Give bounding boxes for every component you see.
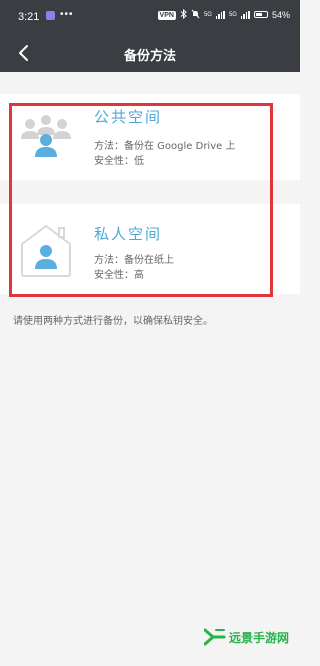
mute-icon — [191, 9, 200, 21]
watermark-logo-icon — [204, 628, 226, 646]
network-type-2: 5G — [228, 12, 237, 18]
status-indicators: VPN 5G 5G 54% — [157, 8, 290, 21]
status-bar: 3:21 ••• VPN 5G 5G 54% — [0, 0, 300, 34]
option-title: 公共空间 — [94, 108, 163, 126]
watermark-text: 远景手游网 — [229, 630, 290, 645]
signal-icon-2 — [240, 11, 250, 19]
option-security: 安全性：高 — [94, 270, 144, 281]
page-title: 备份方法 — [123, 49, 176, 64]
status-time: 3:21 — [18, 11, 40, 23]
option-method: 方法：备份在纸上 — [94, 255, 174, 266]
option-security: 安全性：低 — [94, 156, 144, 167]
battery-icon — [253, 10, 268, 20]
option-private-space[interactable]: 私人空间 方法：备份在纸上 安全性：高 — [0, 204, 300, 294]
bluetooth-icon — [180, 8, 187, 21]
house-person-icon — [16, 218, 76, 278]
vpn-badge: VPN — [157, 10, 176, 20]
option-method: 方法：备份在 Google Drive 上 — [94, 141, 236, 152]
battery-percent: 54% — [271, 10, 290, 20]
watermark: 远景手游网 — [204, 628, 289, 646]
backup-hint: 请使用两种方式进行备份，以确保私钥安全。 — [13, 316, 213, 327]
app-notification-icon — [46, 11, 55, 20]
option-title: 私人空间 — [94, 225, 163, 243]
signal-icon-1 — [215, 11, 225, 19]
nav-bar: 备份方法 — [0, 34, 300, 72]
network-type-1: 5G — [203, 12, 212, 18]
more-notifications-icon: ••• — [60, 9, 74, 20]
option-public-space[interactable]: 公共空间 方法：备份在 Google Drive 上 安全性：低 — [0, 94, 300, 180]
people-group-icon — [16, 106, 76, 166]
